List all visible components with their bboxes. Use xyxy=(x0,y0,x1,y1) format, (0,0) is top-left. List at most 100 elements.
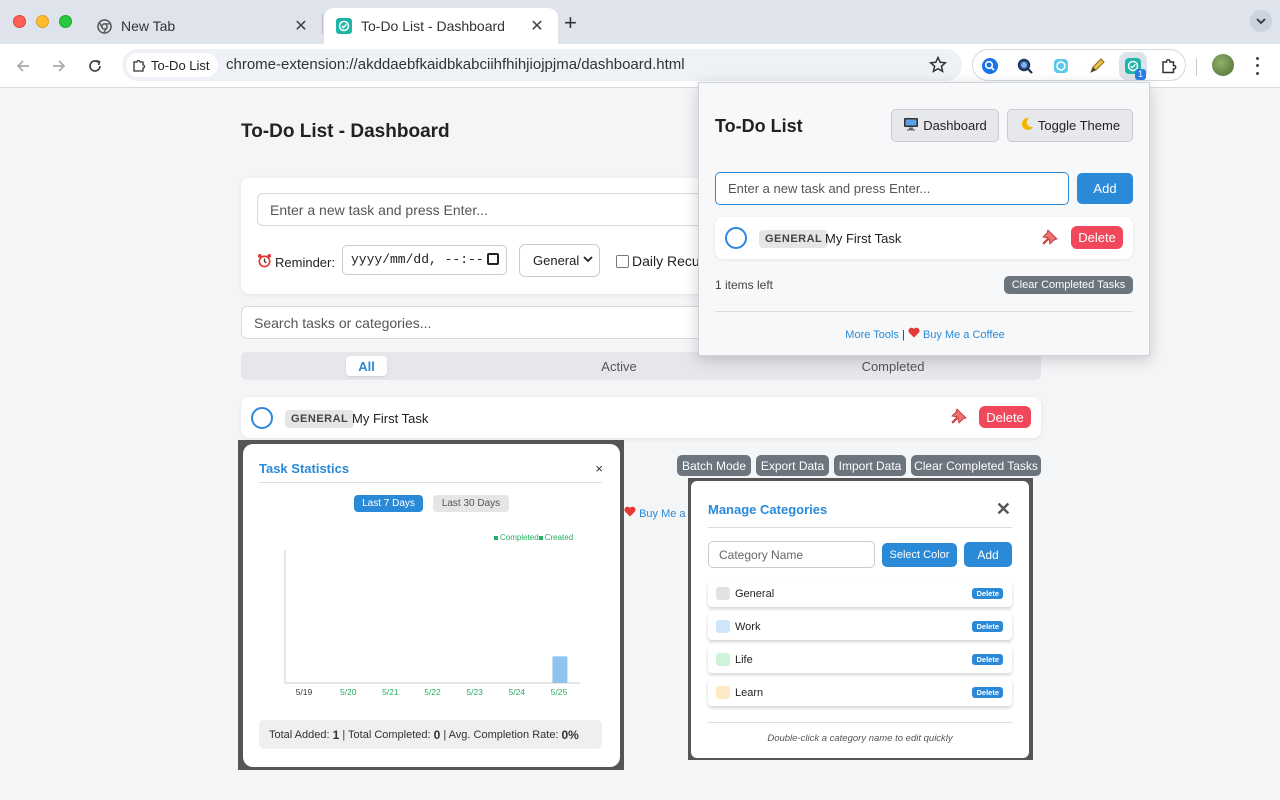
import-data-button[interactable]: Import Data xyxy=(834,455,906,476)
task-text[interactable]: My First Task xyxy=(825,231,901,246)
pin-icon[interactable] xyxy=(1041,228,1059,246)
todo-extension-button[interactable]: 1 xyxy=(1119,52,1147,80)
address-bar[interactable]: To-Do List chrome-extension://akddaebfka… xyxy=(122,49,962,81)
alarm-clock-icon xyxy=(257,253,272,271)
reminder-datetime-input[interactable]: yyyy/mm/dd, --:-- xyxy=(342,245,507,275)
task-complete-toggle[interactable] xyxy=(251,407,273,429)
tab-new-tab[interactable]: New Tab ✕ xyxy=(84,8,322,44)
buy-coffee-link[interactable]: Buy Me a Coffee xyxy=(923,329,1005,341)
reload-icon xyxy=(89,59,101,72)
chart-x-tick-label: 5/19 xyxy=(296,687,313,697)
tab-search-button[interactable] xyxy=(1250,10,1272,32)
magnifier-extension-icon[interactable] xyxy=(1014,55,1036,77)
delete-task-button[interactable]: Delete xyxy=(1071,226,1123,249)
pin-icon[interactable] xyxy=(950,407,968,425)
toggle-theme-button[interactable]: Toggle Theme xyxy=(1007,109,1133,142)
category-item-work: Work Delete xyxy=(708,614,1012,640)
site-chip-label: To-Do List xyxy=(151,57,210,73)
popup-footer: More Tools | Buy Me a Coffee xyxy=(699,327,1151,341)
extensions-menu-icon[interactable] xyxy=(1158,55,1180,77)
category-name[interactable]: Learn xyxy=(735,687,763,699)
categories-close-button[interactable]: ✕ xyxy=(996,499,1011,520)
chevron-down-icon xyxy=(1256,17,1266,24)
add-category-button[interactable]: Add xyxy=(964,542,1012,567)
buy-coffee-link-partial[interactable]: Buy Me a xyxy=(624,506,686,520)
close-tab-icon[interactable]: ✕ xyxy=(528,16,546,36)
reminder-text: Reminder: xyxy=(275,254,335,270)
category-badge: GENERAL xyxy=(759,230,829,248)
filter-tabs: All Active Completed xyxy=(241,352,1041,380)
tab-title: To-Do List - Dashboard xyxy=(361,18,505,34)
more-tools-link[interactable]: More Tools xyxy=(845,329,899,341)
category-select-value: General xyxy=(533,253,580,268)
task-item: GENERAL My First Task Delete xyxy=(241,397,1041,438)
clear-completed-button[interactable]: Clear Completed Tasks xyxy=(911,455,1041,476)
category-color-swatch[interactable] xyxy=(716,587,730,600)
calendar-icon[interactable] xyxy=(487,253,499,265)
tab-dashboard[interactable]: To-Do List - Dashboard ✕ xyxy=(324,8,558,44)
maximize-window-button[interactable] xyxy=(59,15,72,28)
category-name-input[interactable]: Category Name xyxy=(708,541,875,568)
category-name[interactable]: Work xyxy=(735,621,760,633)
chevron-down-icon xyxy=(583,254,593,266)
site-info-chip[interactable]: To-Do List xyxy=(126,53,218,77)
footer-separator: | xyxy=(901,329,905,341)
total-completed-value: 0 xyxy=(433,727,441,742)
category-name[interactable]: Life xyxy=(735,654,753,666)
chart-x-tick-label: 5/21 xyxy=(382,687,399,697)
open-dashboard-button[interactable]: Dashboard xyxy=(891,109,999,142)
new-tab-button[interactable]: + xyxy=(564,10,577,36)
filter-all[interactable]: All xyxy=(346,356,387,376)
filter-completed[interactable]: Completed xyxy=(852,356,934,376)
close-window-button[interactable] xyxy=(13,15,26,28)
daily-recur-option[interactable]: Daily Recur xyxy=(616,253,704,269)
delete-category-button[interactable]: Delete xyxy=(972,687,1003,698)
export-data-button[interactable]: Export Data xyxy=(756,455,829,476)
profile-avatar[interactable] xyxy=(1212,54,1234,76)
completion-rate-label: | Avg. Completion Rate: xyxy=(443,728,559,741)
reload-button[interactable] xyxy=(84,55,106,77)
categories-title: Manage Categories xyxy=(708,502,828,517)
select-color-button[interactable]: Select Color xyxy=(882,543,957,567)
category-color-swatch[interactable] xyxy=(716,620,730,633)
delete-category-button[interactable]: Delete xyxy=(972,654,1003,665)
popup-clear-completed-button[interactable]: Clear Completed Tasks xyxy=(1004,276,1133,294)
filter-active[interactable]: Active xyxy=(589,356,649,376)
browser-menu-icon[interactable] xyxy=(1250,55,1264,77)
page-title: To-Do List - Dashboard xyxy=(241,121,450,142)
extension-badge: 1 xyxy=(1134,69,1146,80)
category-name[interactable]: General xyxy=(735,588,774,600)
popup-task-input[interactable]: Enter a new task and press Enter... xyxy=(715,172,1069,205)
forward-arrow-icon xyxy=(53,60,66,72)
daily-recur-checkbox[interactable] xyxy=(616,254,629,268)
batch-mode-button[interactable]: Batch Mode xyxy=(677,455,751,476)
search-extension-icon[interactable] xyxy=(979,55,1001,77)
todo-extension-icon xyxy=(336,18,352,34)
bookmark-star-icon[interactable] xyxy=(928,55,948,75)
clipboard-extension-icon[interactable] xyxy=(1050,55,1072,77)
category-item-life: Life Delete xyxy=(708,647,1012,673)
manage-categories-modal: Manage Categories ✕ Category Name Select… xyxy=(691,481,1029,758)
delete-category-button[interactable]: Delete xyxy=(972,621,1003,632)
close-tab-icon[interactable]: ✕ xyxy=(292,16,310,36)
popup-add-button[interactable]: Add xyxy=(1077,173,1133,204)
reminder-label: Reminder: xyxy=(257,253,335,271)
task-text[interactable]: My First Task xyxy=(352,411,428,426)
minimize-window-button[interactable] xyxy=(36,15,49,28)
task-complete-toggle[interactable] xyxy=(725,227,747,249)
datetime-value: yyyy/mm/dd, --:-- xyxy=(351,252,484,267)
delete-task-button[interactable]: Delete xyxy=(979,406,1031,428)
category-color-swatch[interactable] xyxy=(716,653,730,666)
heart-icon xyxy=(624,506,639,520)
tab-title: New Tab xyxy=(121,18,176,34)
back-button[interactable] xyxy=(12,55,34,77)
url-text[interactable]: chrome-extension://akddaebfkaidbkabciihf… xyxy=(226,56,685,73)
delete-category-button[interactable]: Delete xyxy=(972,588,1003,599)
toolbar-divider xyxy=(1196,58,1197,76)
category-color-swatch[interactable] xyxy=(716,686,730,699)
forward-button[interactable] xyxy=(48,55,70,77)
category-select[interactable]: General xyxy=(519,244,600,277)
category-badge: GENERAL xyxy=(285,410,355,428)
chart-x-tick-label: 5/25 xyxy=(551,687,568,697)
pencil-extension-icon[interactable] xyxy=(1086,55,1108,77)
